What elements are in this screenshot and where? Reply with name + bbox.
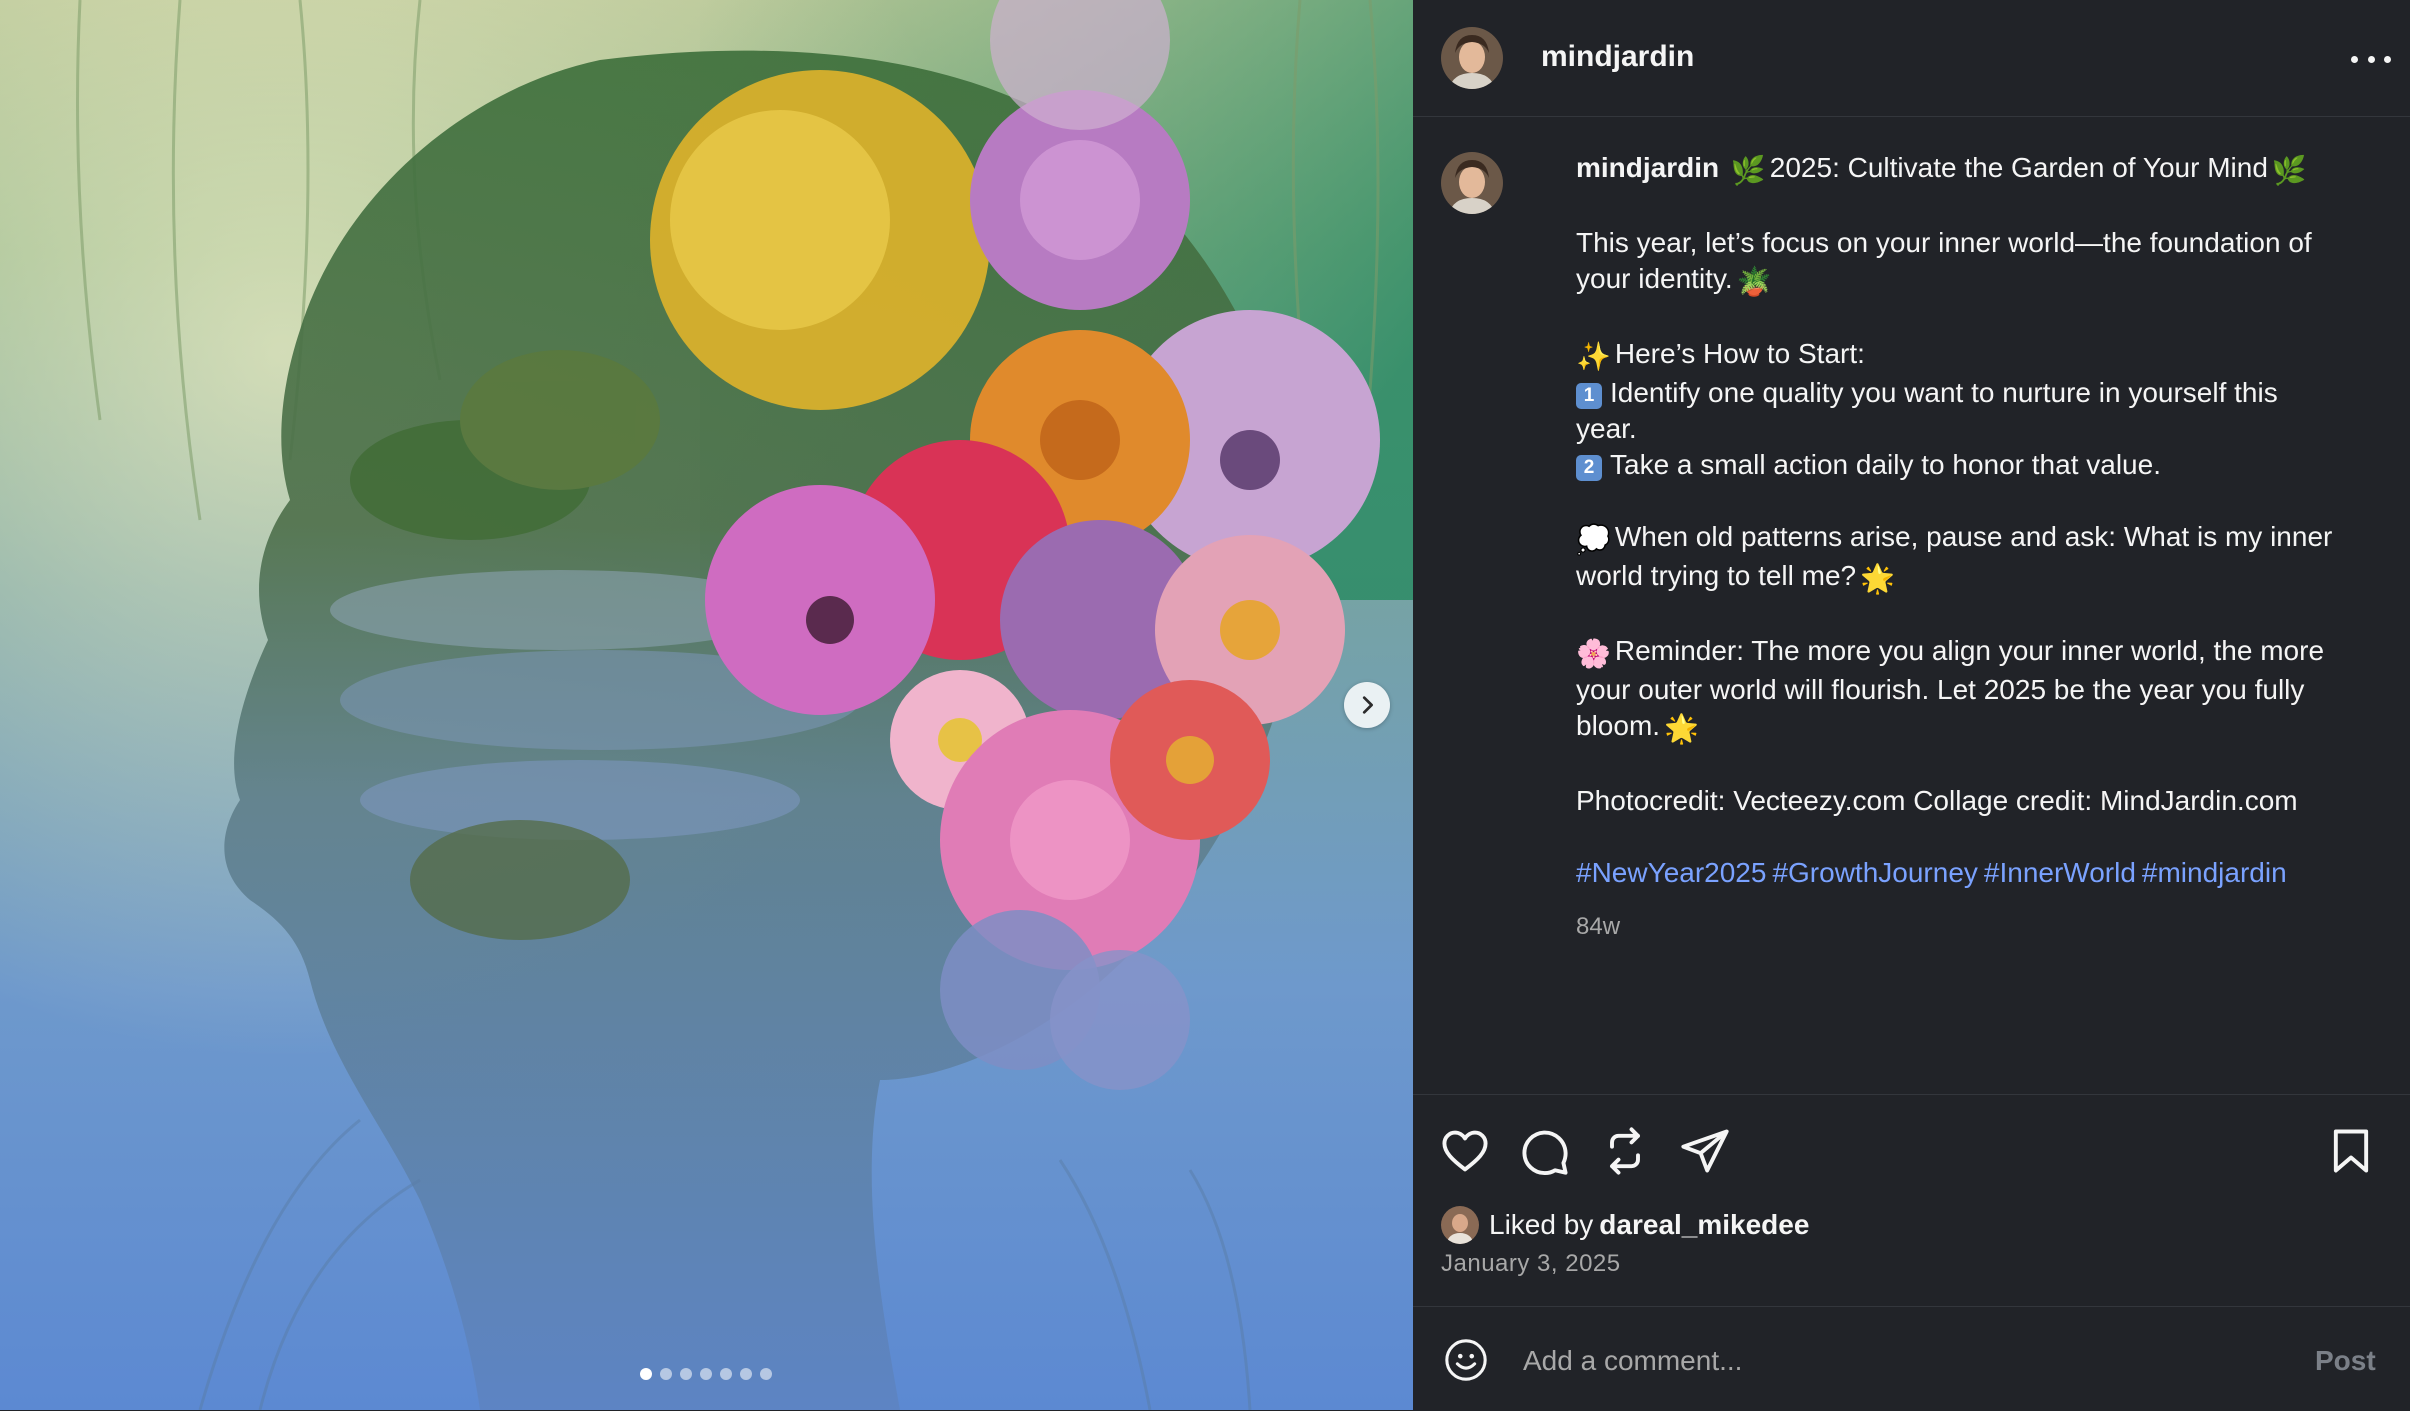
post-header: mindjardin xyxy=(1413,0,2410,117)
carousel-dot xyxy=(640,1368,652,1380)
caption-step-one-cont: year. xyxy=(1576,413,1637,444)
ellipsis-icon xyxy=(2351,55,2358,63)
blossom-icon: 🌸 xyxy=(1576,638,1611,669)
caption-text: mindjardin 🌿 2025: Cultivate the Garden o… xyxy=(1576,150,2376,945)
hashtag-link[interactable]: #mindjardin xyxy=(2142,857,2287,888)
sparkles-icon: ✨ xyxy=(1576,341,1611,372)
repost-icon xyxy=(1610,1127,1640,1175)
caption-patterns: When old patterns arise, pause and ask: … xyxy=(1614,521,2333,552)
hashtag-link[interactable]: #InnerWorld xyxy=(1984,857,2136,888)
repost-button[interactable] xyxy=(1599,1125,1651,1177)
post-media[interactable] xyxy=(0,0,1413,1410)
caption-intro-line: your identity. xyxy=(1576,263,1733,294)
more-options-button[interactable] xyxy=(2351,44,2391,74)
herb-icon: 🌿 xyxy=(2271,155,2307,186)
caption-reminder-cont: your outer world will flourish. Let 2025… xyxy=(1576,674,2305,705)
emoji-picker-button[interactable] xyxy=(1443,1337,1489,1383)
liker-username[interactable]: dareal_mikedee xyxy=(1599,1209,1809,1241)
share-button[interactable] xyxy=(1679,1125,1731,1177)
carousel-dot xyxy=(660,1368,672,1380)
heart-icon xyxy=(1442,1130,1488,1172)
caption-author-avatar[interactable] xyxy=(1441,152,1503,214)
paper-plane-icon xyxy=(1681,1129,1729,1173)
potted-plant-icon: 🪴 xyxy=(1736,266,1772,297)
smiley-icon xyxy=(1445,1339,1487,1381)
author-avatar[interactable] xyxy=(1441,27,1503,89)
bookmark-icon xyxy=(2333,1129,2369,1173)
caption-patterns-cont: world trying to tell me? xyxy=(1576,560,1857,591)
post-age: 84w xyxy=(1576,913,1621,940)
keycap-one-icon: 1 xyxy=(1576,383,1602,409)
likes-summary: Liked by dareal_mikedee xyxy=(1441,1204,1809,1246)
post-actions xyxy=(1413,1094,2410,1205)
chevron-right-icon xyxy=(1362,696,1373,714)
caption-credits: Photocredit: Vecteezy.com Collage credit… xyxy=(1576,785,2298,816)
caption-username[interactable]: mindjardin xyxy=(1576,152,1719,183)
caption-step-two: Take a small action daily to honor that … xyxy=(1610,449,2161,480)
save-button[interactable] xyxy=(2325,1125,2377,1177)
post-details-panel: mindjardin mindjardin 🌿 2025: Cultivate t… xyxy=(1413,0,2410,1410)
carousel-dot xyxy=(720,1368,732,1380)
liker-avatar[interactable] xyxy=(1441,1206,1479,1244)
carousel-dot xyxy=(740,1368,752,1380)
carousel-next-button[interactable] xyxy=(1344,682,1390,728)
post-viewer: mindjardin mindjardin 🌿 2025: Cultivate t… xyxy=(0,0,2410,1410)
caption-reminder-end: bloom. xyxy=(1576,710,1661,741)
comment-bar: Post xyxy=(1413,1306,2410,1411)
caption-intro-line: This year, let’s focus on your inner wor… xyxy=(1576,227,2312,258)
author-username[interactable]: mindjardin xyxy=(1541,40,1694,74)
thought-bubble-icon: 💭 xyxy=(1576,524,1611,555)
caption-how-to-start: Here’s How to Start: xyxy=(1614,338,1865,369)
herb-icon: 🌿 xyxy=(1730,155,1766,186)
caption-step-one: Identify one quality you want to nurture… xyxy=(1610,377,2278,408)
post-date: January 3, 2025 xyxy=(1441,1250,1621,1277)
carousel-dot xyxy=(680,1368,692,1380)
like-button[interactable] xyxy=(1439,1125,1491,1177)
comment-input[interactable] xyxy=(1521,1335,2265,1387)
post-comment-button[interactable]: Post xyxy=(2315,1345,2376,1377)
caption-title: 2025: Cultivate the Garden of Your Mind xyxy=(1769,152,2268,183)
hashtag-link[interactable]: #GrowthJourney xyxy=(1772,857,1977,888)
keycap-two-icon: 2 xyxy=(1576,455,1602,481)
caption-hashtags: #NewYear2025 #GrowthJourney #InnerWorld #mi… xyxy=(1576,855,2376,891)
carousel-dot xyxy=(700,1368,712,1380)
carousel-dot xyxy=(760,1368,772,1380)
caption-reminder: Reminder: The more you align your inner … xyxy=(1614,635,2325,666)
speech-bubble-icon xyxy=(1522,1130,1568,1176)
post-image xyxy=(0,0,1413,1410)
star-icon: 🌟 xyxy=(1664,713,1699,744)
star-icon: 🌟 xyxy=(1860,563,1895,594)
likes-prefix: Liked by xyxy=(1489,1209,1594,1240)
hashtag-link[interactable]: #NewYear2025 xyxy=(1576,857,1766,888)
carousel-indicator xyxy=(640,1368,772,1380)
comment-button[interactable] xyxy=(1519,1125,1571,1177)
